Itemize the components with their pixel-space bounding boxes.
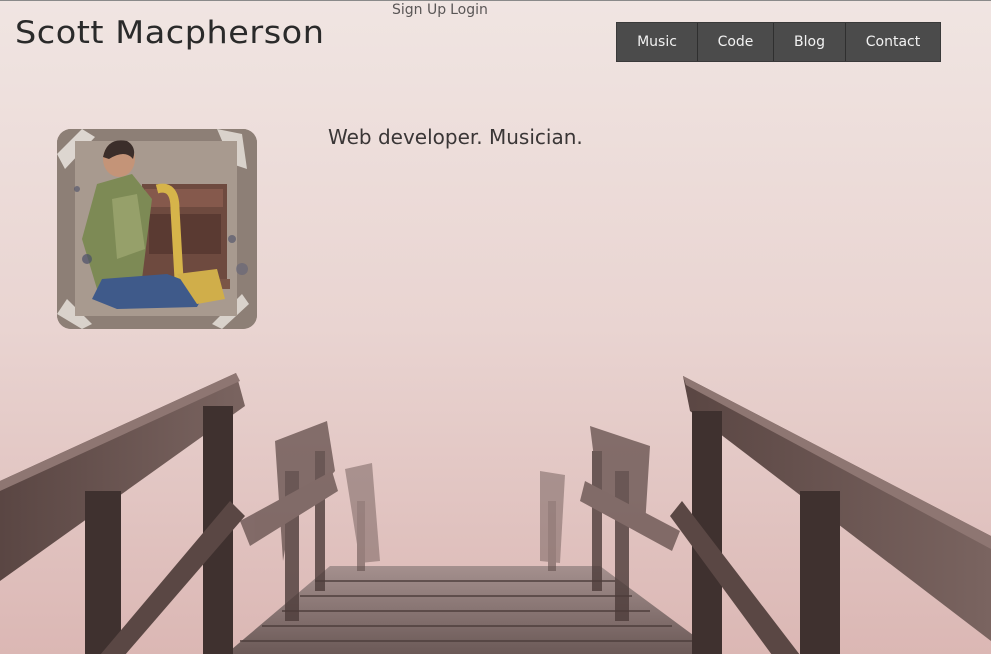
main-nav: Music Code Blog Contact	[616, 22, 941, 62]
tagline: Web developer. Musician.	[328, 125, 583, 149]
login-link[interactable]: Login	[450, 2, 488, 18]
nav-item-contact[interactable]: Contact	[846, 23, 940, 61]
nav-item-blog[interactable]: Blog	[774, 23, 846, 61]
auth-links: Sign Up Login	[392, 2, 488, 18]
nav-item-music[interactable]: Music	[617, 23, 698, 61]
nav-item-code[interactable]: Code	[698, 23, 774, 61]
signup-link[interactable]: Sign Up	[392, 2, 446, 18]
site-title[interactable]: Scott Macpherson	[15, 15, 324, 51]
profile-painting	[57, 129, 257, 329]
